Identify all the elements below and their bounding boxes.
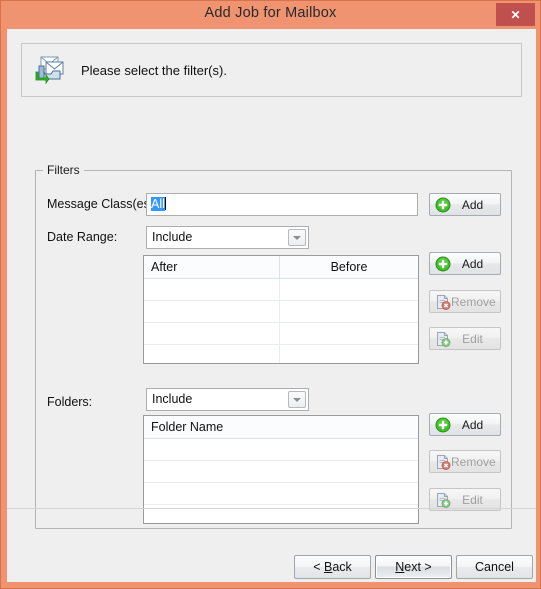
document-edit-icon	[435, 331, 451, 347]
edit-button-label: Edit	[462, 492, 483, 507]
next-button-label: Next >	[395, 560, 432, 574]
remove-button-label: Remove	[451, 294, 496, 309]
table-row[interactable]	[144, 301, 418, 323]
cell-before	[280, 345, 418, 363]
back-button-label: < Back	[313, 560, 352, 574]
cell-before	[280, 301, 418, 322]
window-title: Add Job for Mailbox	[204, 5, 337, 21]
cell-before	[280, 279, 418, 300]
cell-after	[144, 301, 280, 322]
close-button[interactable]: ✕	[496, 3, 535, 26]
green-plus-icon	[435, 197, 451, 213]
date-range-combo-value: Include	[152, 230, 193, 244]
dialog-window: Add Job for Mailbox ✕ Please select the …	[0, 0, 541, 589]
message-class-add-button[interactable]: Add	[429, 193, 501, 216]
table-row[interactable]	[144, 345, 418, 363]
column-header-after[interactable]: After	[144, 256, 280, 278]
date-range-grid-header: After Before	[144, 256, 418, 279]
next-button[interactable]: Next >	[375, 555, 452, 579]
folders-combo-value: Include	[152, 392, 193, 406]
date-range-label: Date Range:	[47, 230, 118, 244]
add-button-label: Add	[461, 256, 484, 271]
header-message: Please select the filter(s).	[81, 62, 227, 78]
date-range-edit-button[interactable]: Edit	[429, 327, 501, 350]
dialog-client-area: Please select the filter(s). Filters Mes…	[7, 29, 536, 582]
column-header-folder-name[interactable]: Folder Name	[144, 416, 418, 438]
green-plus-icon	[435, 417, 451, 433]
footer-separator	[7, 508, 536, 509]
chevron-down-icon[interactable]	[288, 229, 306, 246]
add-button-label: Add	[461, 197, 484, 212]
list-item[interactable]	[144, 439, 418, 461]
add-button-label: Add	[461, 417, 484, 432]
message-class-value: All	[151, 197, 165, 211]
close-icon: ✕	[510, 7, 521, 22]
date-range-remove-button[interactable]: Remove	[429, 290, 501, 313]
list-item[interactable]	[144, 461, 418, 483]
cancel-button-label: Cancel	[475, 560, 514, 574]
table-row[interactable]	[144, 323, 418, 345]
text-caret	[164, 197, 166, 210]
date-range-add-button[interactable]: Add	[429, 252, 501, 275]
document-delete-icon	[435, 294, 451, 310]
column-header-before[interactable]: Before	[280, 256, 418, 278]
cell-after	[144, 323, 280, 344]
list-item[interactable]	[144, 483, 418, 505]
cancel-button[interactable]: Cancel	[456, 555, 533, 579]
message-class-input[interactable]: All	[146, 193, 418, 216]
cell-folder-name	[144, 461, 418, 482]
folders-label: Folders:	[47, 395, 93, 409]
cell-after	[144, 279, 280, 300]
document-edit-icon	[435, 492, 451, 508]
folders-remove-button[interactable]: Remove	[429, 450, 501, 473]
filters-group-label: Filters	[43, 163, 84, 177]
edit-button-label: Edit	[462, 331, 483, 346]
header-banner: Please select the filter(s).	[21, 43, 522, 97]
mailbox-job-icon	[33, 52, 69, 88]
back-button[interactable]: < Back	[294, 555, 371, 579]
folders-grid-header: Folder Name	[144, 416, 418, 439]
chevron-down-icon[interactable]	[288, 391, 306, 408]
folders-add-button[interactable]: Add	[429, 413, 501, 436]
title-bar: Add Job for Mailbox ✕	[1, 1, 540, 29]
date-range-combo[interactable]: Include	[146, 226, 309, 249]
folders-combo[interactable]: Include	[146, 388, 309, 411]
green-plus-icon	[435, 256, 451, 272]
message-class-label: Message Class(es):	[47, 197, 158, 211]
remove-button-label: Remove	[451, 454, 496, 469]
cell-folder-name	[144, 483, 418, 504]
date-range-grid[interactable]: After Before	[143, 255, 419, 364]
cell-folder-name	[144, 439, 418, 460]
document-delete-icon	[435, 454, 451, 470]
table-row[interactable]	[144, 279, 418, 301]
cell-after	[144, 345, 280, 363]
cell-before	[280, 323, 418, 344]
